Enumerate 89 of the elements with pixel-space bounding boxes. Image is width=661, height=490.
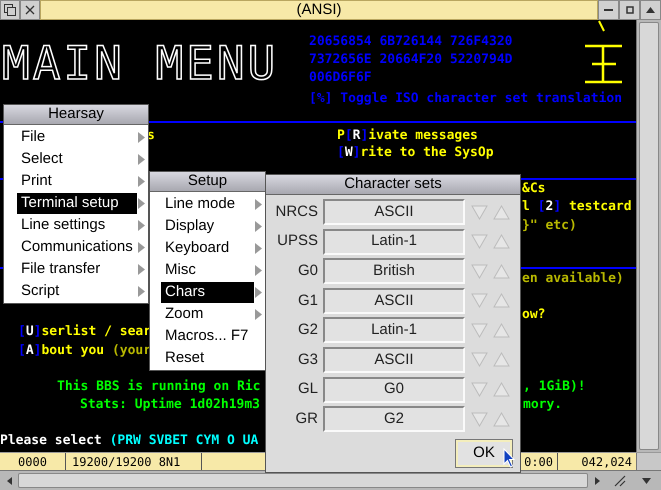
terminal-text: }" etc) <box>522 217 577 235</box>
down-triangle-icon <box>470 382 488 398</box>
menu-item[interactable]: Communications <box>17 236 137 258</box>
left-triangle-icon <box>6 476 12 484</box>
menu-item[interactable]: Display <box>161 216 254 236</box>
row-label: NRCS <box>274 202 319 222</box>
back-button[interactable] <box>0 0 20 20</box>
row-label: G2 <box>296 320 319 340</box>
charset-field[interactable]: British <box>323 258 465 284</box>
row-label: GL <box>296 379 319 400</box>
menu-item[interactable]: Terminal setup <box>17 192 137 214</box>
terminal-text: [U]serlist / sear <box>18 323 152 341</box>
mouse-pointer-icon <box>503 448 515 468</box>
up-triangle-icon <box>492 293 510 308</box>
terminal-text: &Cs <box>522 180 546 198</box>
charset-field[interactable]: G0 <box>323 376 465 403</box>
charset-field[interactable]: G2 <box>323 406 465 432</box>
maximize-button[interactable] <box>619 0 640 20</box>
terminal-text: , 1GiB)! <box>523 378 586 396</box>
menu-item[interactable]: Misc <box>161 260 254 280</box>
stacked-squares-icon <box>4 4 16 16</box>
menu-item[interactable]: Keyboard <box>161 238 254 258</box>
menu-item[interactable]: Line mode <box>161 194 254 214</box>
terminal-text: en available) <box>522 270 624 288</box>
resize-grip-icon <box>614 474 626 486</box>
menu-item[interactable]: Print <box>17 170 137 192</box>
terminal-text: 20656854 6B726144 726F4320 <box>309 33 512 51</box>
down-triangle-icon <box>470 322 488 338</box>
scrollbar-thumb[interactable] <box>18 473 588 488</box>
right-triangle-icon <box>594 476 600 484</box>
menu-item[interactable]: Line settings <box>17 214 137 236</box>
minimize-icon <box>604 8 613 12</box>
terminal-text: This BBS is running on Ric <box>57 378 260 396</box>
scroll-up-button[interactable] <box>640 0 661 20</box>
terminal-text: ow? <box>522 306 546 324</box>
up-triangle-icon <box>646 7 655 13</box>
up-triangle-icon <box>492 264 510 279</box>
down-triangle-icon <box>470 352 488 368</box>
menu-item[interactable]: Zoom <box>161 304 254 324</box>
down-triangle-icon <box>470 264 488 279</box>
menu-item[interactable]: File <box>17 126 137 148</box>
terminal-text: 006D6F6F <box>309 69 372 87</box>
row-label: GR <box>294 408 319 429</box>
terminal-text: 7372656E 20664F20 5220794D <box>309 51 512 69</box>
minimize-button[interactable] <box>598 0 619 20</box>
terminal-text: mory. <box>523 396 562 414</box>
down-triangle-icon <box>642 478 651 484</box>
terminal-text: [A]bout you (your <box>18 342 152 360</box>
up-triangle-icon <box>492 352 510 368</box>
menu-title: Setup <box>150 172 265 192</box>
terminal-text: P[R]ivate messages <box>337 127 478 145</box>
menu-item[interactable]: Macros... F7 <box>161 326 254 346</box>
terminal-text: l [2] testcard <box>522 198 632 216</box>
menu-item[interactable]: Chars <box>161 282 254 302</box>
row-label: G1 <box>296 290 319 311</box>
up-triangle-icon <box>492 322 510 338</box>
close-icon <box>25 5 35 15</box>
charset-field[interactable]: ASCII <box>323 346 465 373</box>
close-button[interactable] <box>20 0 40 20</box>
down-triangle-icon <box>470 293 488 308</box>
window-title: (ANSI) <box>40 0 598 20</box>
up-triangle-icon <box>492 382 510 398</box>
menu-item[interactable]: Select <box>17 148 137 170</box>
status-cell-text: 042,024 <box>580 454 633 470</box>
up-triangle-icon <box>492 234 510 250</box>
row-label: G0 <box>296 260 319 281</box>
up-triangle-icon <box>492 412 510 427</box>
menu-item[interactable]: File transfer <box>17 258 137 280</box>
maximize-icon <box>626 6 634 14</box>
terminal-text: [%] Toggle ISO character set translation <box>309 90 622 108</box>
row-label: G3 <box>296 350 319 370</box>
ok-button[interactable]: OK <box>456 440 512 468</box>
menu-item[interactable]: Script <box>17 280 137 302</box>
charset-field[interactable]: ASCII <box>323 199 465 225</box>
banner-heading: MAIN MENU <box>2 40 278 86</box>
row-label: UPSS <box>276 231 319 252</box>
charset-field[interactable]: Latin-1 <box>323 228 465 255</box>
down-triangle-icon <box>470 234 488 250</box>
charset-field[interactable]: Latin-1 <box>323 317 465 344</box>
terminal-text: Stats: Uptime 1d02h19m3 <box>80 396 260 414</box>
dialog-title: Character sets <box>266 175 520 195</box>
menu-title: Hearsay <box>4 105 148 125</box>
up-triangle-icon <box>492 204 510 220</box>
terminal-text: [W]rite to the SysOp <box>337 144 494 162</box>
menu-item[interactable]: Reset <box>161 348 254 368</box>
down-triangle-icon <box>470 412 488 427</box>
down-triangle-icon <box>470 204 488 220</box>
charset-field[interactable]: ASCII <box>323 288 465 314</box>
terminal-text: Please select (PRW SVBET CYM O UA <box>0 432 258 450</box>
